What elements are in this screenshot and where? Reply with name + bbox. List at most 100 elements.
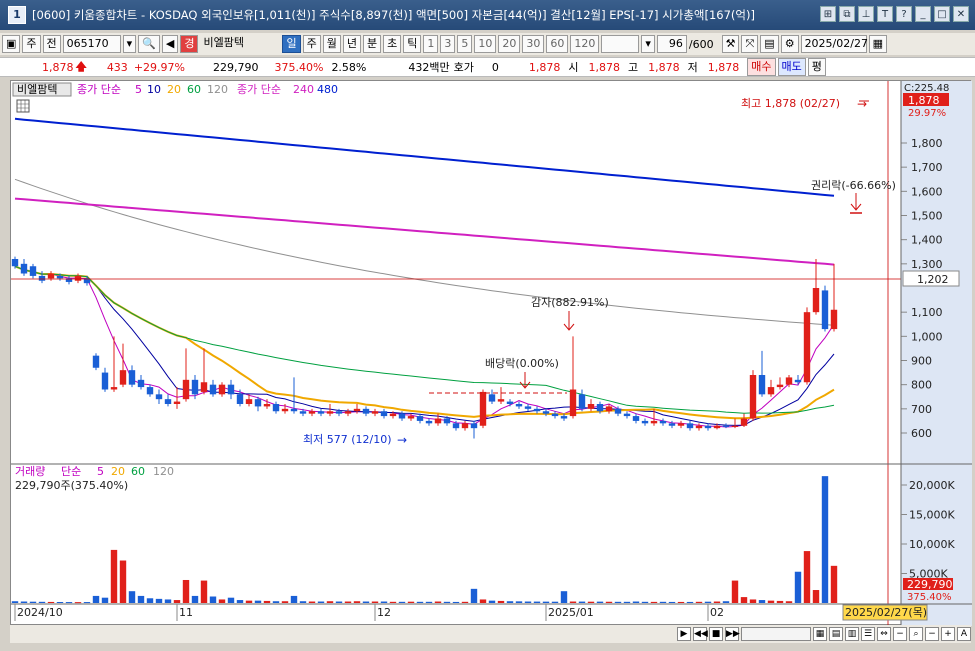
minute-30[interactable]: 30 <box>522 35 545 53</box>
minute-20[interactable]: 20 <box>498 35 521 53</box>
play-icon[interactable]: ▶ <box>677 627 691 641</box>
help-icon[interactable]: ? <box>896 6 912 22</box>
volume-bar <box>380 601 388 603</box>
current-volume-label: 229,790 <box>907 578 953 591</box>
volume-bar <box>461 601 469 603</box>
zoom-out-icon[interactable]: − <box>893 627 907 641</box>
minute-120[interactable]: 120 <box>570 35 600 53</box>
volume-bar <box>20 601 28 603</box>
zoom-icon[interactable]: ⌕ <box>909 627 923 641</box>
settings-icon[interactable]: ⚙ <box>780 35 799 53</box>
candle-body <box>281 408 289 412</box>
candle-body <box>290 408 298 412</box>
candle-body <box>209 384 217 395</box>
volume-bar <box>470 588 478 603</box>
eval-button[interactable]: 평 <box>807 58 826 76</box>
candle-body <box>803 312 811 383</box>
save-icon[interactable]: ▤ <box>760 35 779 53</box>
volume-bar <box>101 597 109 603</box>
legend-ma5: 5 <box>135 83 142 96</box>
close-icon[interactable]: ✕ <box>953 6 969 22</box>
candle-body <box>173 401 181 404</box>
stock-code-input[interactable]: 065170 <box>62 35 121 53</box>
minute-1[interactable]: 1 <box>423 35 439 53</box>
volume-bar <box>47 601 55 603</box>
minus-icon[interactable]: − <box>925 627 939 641</box>
font-icon[interactable]: T <box>877 6 893 22</box>
candle-body <box>821 290 829 330</box>
volume-bar <box>668 601 676 603</box>
volume-bar <box>425 601 433 603</box>
interval-minute[interactable]: 분 <box>362 35 382 53</box>
code-dropdown-icon[interactable]: ▾ <box>122 35 137 53</box>
candle-body <box>299 411 307 414</box>
volume-bar <box>227 597 235 603</box>
custom-interval-input[interactable] <box>601 35 640 53</box>
candle-body <box>533 408 541 412</box>
main-toolbar: ▣ 주 전 065170 ▾ 🔍 ◀ 경 비엘팜텍 일 주 월 년 분 초 틱 … <box>0 33 975 55</box>
pin-icon[interactable]: ⊥ <box>858 6 874 22</box>
legend-ma60: 60 <box>187 83 201 96</box>
drawing-icon[interactable]: ▦ <box>813 627 827 641</box>
fit-icon[interactable]: ⇔ <box>877 627 891 641</box>
volume-bar <box>416 601 424 603</box>
layout-icon[interactable]: ▣ <box>2 35 21 53</box>
interval-week[interactable]: 주 <box>302 35 321 53</box>
interval-month[interactable]: 월 <box>322 35 341 53</box>
restore-icon[interactable]: ⧉ <box>839 6 855 22</box>
sell-button[interactable]: 매도 <box>777 58 806 76</box>
candle-body <box>11 259 19 267</box>
volume-bar <box>686 601 694 603</box>
minute-60[interactable]: 60 <box>546 35 569 53</box>
candle-body <box>74 275 82 281</box>
forward-icon[interactable]: ▶▶ <box>725 627 740 641</box>
date-input[interactable]: 2025/02/27 <box>800 35 868 53</box>
minute-3[interactable]: 3 <box>440 35 456 53</box>
count-input[interactable]: 96 <box>656 35 687 53</box>
minute-5[interactable]: 5 <box>457 35 473 53</box>
chart-icon[interactable]: ▥ <box>845 627 859 641</box>
search-icon[interactable]: 🔍 <box>138 35 160 53</box>
window-title: [0600] 키움종합차트 - KOSDAQ 외국인보유[1,011(천)] 주… <box>32 8 755 22</box>
volume-bar <box>587 601 595 603</box>
chart-tool-icon[interactable]: ⚒ <box>721 35 740 53</box>
maximize-icon[interactable]: □ <box>934 6 950 22</box>
count-total: /600 <box>688 37 714 51</box>
all-button[interactable]: 전 <box>42 35 61 53</box>
interval-day[interactable]: 일 <box>282 35 301 53</box>
interval-tick[interactable]: 틱 <box>403 35 422 53</box>
vol-legend-name: 거래량 <box>15 465 45 478</box>
interval-second[interactable]: 초 <box>383 35 402 53</box>
chart-area[interactable]: 비엘팜텍 종가 단순 5 10 20 60 120 종가 단순 240 480 … <box>10 80 972 626</box>
font-size-icon[interactable]: A <box>957 627 971 641</box>
buy-button[interactable]: 매수 <box>747 58 776 76</box>
legend-ma240: 240 <box>293 83 314 96</box>
price-volume-chart[interactable]: 비엘팜텍 종가 단순 5 10 20 60 120 종가 단순 240 480 … <box>11 81 972 626</box>
interval-year[interactable]: 년 <box>342 35 361 53</box>
period-select[interactable]: 주 <box>22 35 41 53</box>
quote-bar: 1,878 🡅 433 +29.97% 229,790 375.40% 2.58… <box>0 57 975 77</box>
grid-icon[interactable]: ▤ <box>829 627 843 641</box>
plus-icon[interactable]: + <box>941 627 955 641</box>
link-icon[interactable]: ⊞ <box>820 6 836 22</box>
volume-bar <box>308 601 316 603</box>
candle-body <box>623 413 631 417</box>
candle-body <box>245 399 253 404</box>
volume-bar <box>137 595 145 603</box>
scroll-track[interactable] <box>741 627 811 641</box>
candle-body <box>587 404 595 409</box>
minute-10[interactable]: 10 <box>474 35 497 53</box>
text-icon[interactable]: ☰ <box>861 627 875 641</box>
chart-type-icon[interactable]: ⤧ <box>741 35 759 53</box>
minimize-icon[interactable]: _ <box>915 6 931 22</box>
rewind-icon[interactable]: ◀◀ <box>693 627 708 641</box>
custom-dropdown-icon[interactable]: ▾ <box>641 35 655 53</box>
candle-body <box>605 406 613 412</box>
sound-icon[interactable]: ◀ <box>161 35 179 53</box>
axis-top-label: C:225.48 <box>904 83 949 94</box>
volume-bar <box>560 591 568 603</box>
dividend-arrow-icon <box>519 372 531 389</box>
open-label: 시 <box>568 61 579 74</box>
calendar-icon[interactable]: ▦ <box>868 35 887 53</box>
stop-icon[interactable]: ■ <box>709 627 723 641</box>
